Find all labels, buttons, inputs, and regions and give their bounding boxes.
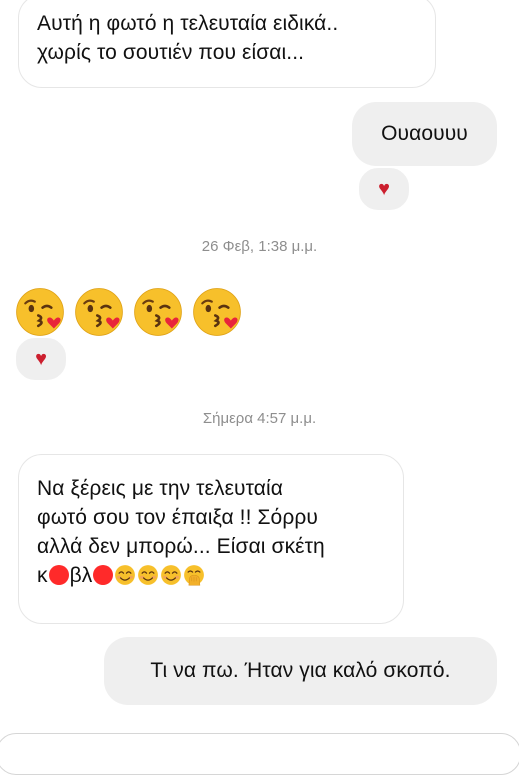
- message-text: Τι να πω. Ήταν για καλό σκοπό.: [150, 659, 451, 682]
- outgoing-message-bubble[interactable]: Ουαουυυ: [352, 102, 497, 166]
- message-line: χωρίς το σουτιέν που είσαι...: [37, 41, 305, 64]
- message-text: βλ: [69, 564, 93, 587]
- smiling-face-with-smiling-eyes-icon: [160, 564, 182, 586]
- message-reaction[interactable]: ♥: [14, 336, 68, 382]
- face-blowing-a-kiss-icon: [14, 286, 66, 338]
- heart-icon: ♥: [35, 348, 47, 370]
- message-line: Να ξέρεις με την τελευταία: [37, 477, 283, 500]
- red-redaction-dot: [48, 565, 69, 585]
- message-text: Ουαουυυ: [381, 122, 468, 145]
- message-reaction[interactable]: ♥: [357, 166, 411, 212]
- smiling-face-with-smiling-eyes-icon: [114, 564, 136, 586]
- face-with-hand-over-mouth-icon: [183, 564, 205, 586]
- outgoing-message-bubble[interactable]: Τι να πω. Ήταν για καλό σκοπό.: [104, 637, 497, 705]
- timestamp: Σήμερα 4:57 μ.μ.: [202, 410, 317, 427]
- message-line-last: κ βλ: [37, 561, 403, 590]
- message-text: κ: [37, 564, 48, 587]
- smiling-face-with-smiling-eyes-icon: [137, 564, 159, 586]
- message-line: αλλά δεν μπορώ... Είσαι σκέτη: [37, 535, 325, 558]
- incoming-message-bubble[interactable]: Να ξέρεις με την τελευταία φωτό σου τον …: [18, 454, 404, 624]
- message-line: φωτό σου τον έπαιξα !! Σόρρυ: [37, 506, 319, 529]
- incoming-message-bubble[interactable]: Αυτή η φωτό η τελευταία ειδικά.. χωρίς τ…: [18, 0, 436, 88]
- red-redaction-dot: [93, 565, 114, 585]
- message-composer[interactable]: [0, 733, 519, 775]
- face-blowing-a-kiss-icon: [132, 286, 184, 338]
- message-line: Αυτή η φωτό η τελευταία ειδικά..: [37, 12, 339, 35]
- face-blowing-a-kiss-icon: [191, 286, 243, 338]
- timestamp: 26 Φεβ, 1:38 μ.μ.: [201, 238, 318, 255]
- heart-icon: ♥: [378, 178, 390, 200]
- emoji-message[interactable]: [14, 286, 243, 338]
- face-blowing-a-kiss-icon: [73, 286, 125, 338]
